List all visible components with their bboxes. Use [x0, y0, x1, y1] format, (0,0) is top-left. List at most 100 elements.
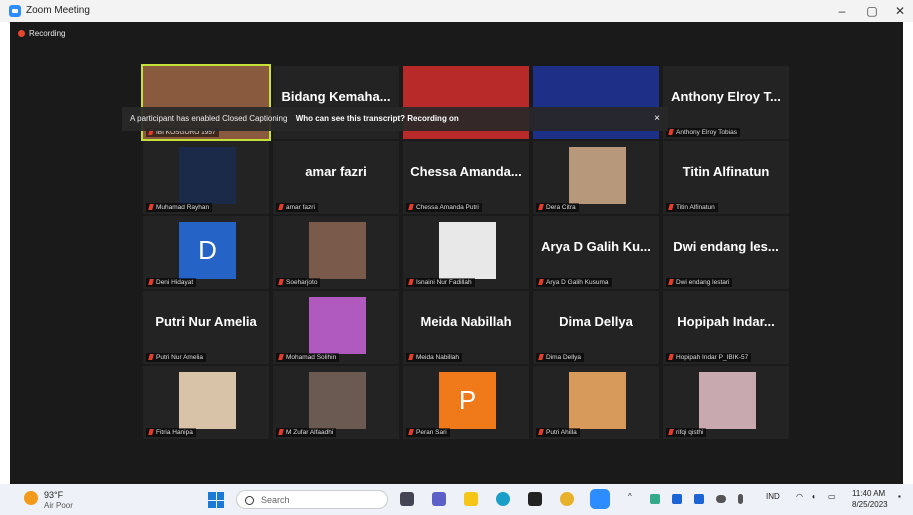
participant-tile[interactable]: M Zufar Alfaadhi	[273, 366, 399, 439]
participant-tile[interactable]: Putri Ahilla	[533, 366, 659, 439]
participant-tile[interactable]: Isnaini Nur Fadillah	[403, 216, 529, 289]
clock-date[interactable]: 8/25/2023	[852, 500, 888, 509]
tray-app-icon[interactable]	[650, 494, 660, 504]
participant-name: rifqi qisthi	[676, 429, 704, 436]
participant-tile[interactable]: Arya D Galih Ku... Arya D Galih Kusuma	[533, 216, 659, 289]
participant-name-label: rifqi qisthi	[666, 428, 707, 437]
participant-name: Muhamad Rayhan	[156, 204, 210, 211]
recording-indicator[interactable]: Recording	[18, 29, 65, 38]
participant-tile[interactable]: P Peran Sari	[403, 366, 529, 439]
taskbar-search[interactable]: Search	[236, 490, 388, 509]
muted-mic-icon	[278, 429, 284, 435]
weather-icon	[24, 491, 38, 505]
participant-name-label: Putri Nur Amelia	[146, 353, 206, 362]
participant-video	[569, 147, 626, 204]
chrome-icon[interactable]	[560, 492, 574, 506]
wifi-icon[interactable]: ◠	[796, 492, 803, 501]
participant-tile[interactable]: rifqi qisthi	[663, 366, 789, 439]
muted-mic-icon	[148, 429, 154, 435]
task-view-icon[interactable]	[400, 492, 414, 506]
participant-name: Meida Nabillah	[416, 354, 459, 361]
recording-label: Recording	[29, 29, 66, 38]
participant-tile[interactable]: Meida Nabillah Meida Nabillah	[403, 291, 529, 364]
minimize-button[interactable]: –	[828, 2, 856, 20]
muted-mic-icon	[668, 429, 674, 435]
participant-display-name: Chessa Amanda...	[410, 164, 522, 179]
mic-icon[interactable]	[738, 494, 743, 504]
language-indicator[interactable]: IND	[766, 492, 780, 501]
weather-desc[interactable]: Air Poor	[44, 501, 73, 510]
muted-mic-icon	[408, 354, 414, 360]
onedrive-icon[interactable]	[716, 495, 726, 503]
participant-name: Anthony Elroy Tobias	[676, 129, 737, 136]
participant-name: Mohamad Solihin	[286, 354, 337, 361]
participant-tile[interactable]: D Deni Hidayat	[143, 216, 269, 289]
muted-mic-icon	[148, 354, 154, 360]
participant-video	[309, 372, 366, 429]
participant-name-label: Chessa Amanda Putri	[406, 203, 482, 212]
transcript-info-link[interactable]: Who can see this transcript? Recording o…	[296, 114, 459, 123]
participant-name-label: Hopipah Indar P_IBIK-57	[666, 353, 752, 362]
tray-chevron-icon[interactable]: ^	[628, 492, 632, 501]
zoom-taskbar-icon[interactable]	[590, 489, 610, 509]
muted-mic-icon	[668, 129, 674, 135]
muted-mic-icon	[538, 279, 544, 285]
participant-name: Soeharjoto	[286, 279, 318, 286]
participant-name-label: Dima Dellya	[536, 353, 585, 362]
participant-video	[179, 372, 236, 429]
participant-tile[interactable]: Dima Dellya Dima Dellya	[533, 291, 659, 364]
banner-close-button[interactable]: ×	[654, 107, 660, 131]
participant-tile[interactable]: Dwi endang les... Dwi endang lestari	[663, 216, 789, 289]
muted-mic-icon	[278, 204, 284, 210]
record-icon	[18, 30, 25, 37]
participant-tile[interactable]: Putri Nur Amelia Putri Nur Amelia	[143, 291, 269, 364]
participant-tile[interactable]: Titin Alfinatun Titin Alfinatun	[663, 141, 789, 214]
tray-app2-icon[interactable]	[694, 494, 704, 504]
restore-button[interactable]: ▢	[858, 2, 886, 20]
clock-time[interactable]: 11:40 AM	[852, 489, 885, 498]
participant-name: Isnaini Nur Fadillah	[416, 279, 472, 286]
weather-temp[interactable]: 93°F	[44, 490, 63, 500]
muted-mic-icon	[278, 354, 284, 360]
participant-name-label: Dwi endang lestari	[666, 278, 733, 287]
muted-mic-icon	[148, 279, 154, 285]
participant-video	[179, 147, 236, 204]
chat-icon[interactable]	[432, 492, 446, 506]
participant-display-name: Arya D Galih Ku...	[541, 239, 651, 254]
start-button[interactable]	[208, 492, 224, 508]
participant-tile[interactable]: Muhamad Rayhan	[143, 141, 269, 214]
participant-tile[interactable]: amar fazri amar fazri	[273, 141, 399, 214]
participant-tile[interactable]: Mohamad Solihin	[273, 291, 399, 364]
participant-tile[interactable]: Hopipah Indar... Hopipah Indar P_IBIK-57	[663, 291, 789, 364]
notification-icon[interactable]: ▪	[898, 492, 901, 501]
participant-tile[interactable]: Anthony Elroy T... Anthony Elroy Tobias	[663, 66, 789, 139]
muted-mic-icon	[538, 354, 544, 360]
close-button[interactable]: ✕	[886, 2, 913, 20]
file-explorer-icon[interactable]	[464, 492, 478, 506]
participant-video	[699, 372, 756, 429]
participant-name: Dima Dellya	[546, 354, 582, 361]
participant-name-label: amar fazri	[276, 203, 318, 212]
participant-name-label: Muhamad Rayhan	[146, 203, 213, 212]
participant-name-label: Anthony Elroy Tobias	[666, 128, 740, 137]
participant-avatar: D	[179, 222, 236, 279]
window-title: Zoom Meeting	[26, 5, 90, 16]
participant-tile[interactable]: Fitria Hanipa	[143, 366, 269, 439]
store-icon[interactable]	[528, 492, 542, 506]
muted-mic-icon	[278, 279, 284, 285]
participant-name: Peran Sari	[416, 429, 447, 436]
participant-avatar: P	[439, 372, 496, 429]
participant-tile[interactable]: Dera Citra	[533, 141, 659, 214]
participant-tile[interactable]: Soeharjoto	[273, 216, 399, 289]
muted-mic-icon	[668, 279, 674, 285]
participant-tile[interactable]: Chessa Amanda... Chessa Amanda Putri	[403, 141, 529, 214]
participant-name: Putri Ahilla	[546, 429, 577, 436]
participant-display-name: Anthony Elroy T...	[671, 89, 781, 104]
edge-icon[interactable]	[496, 492, 510, 506]
bluetooth-icon[interactable]	[672, 494, 682, 504]
muted-mic-icon	[408, 279, 414, 285]
participant-name: M Zufar Alfaadhi	[286, 429, 334, 436]
battery-icon[interactable]: ▭	[828, 492, 836, 501]
caption-banner-text: A participant has enabled Closed Caption…	[130, 114, 288, 123]
volume-icon[interactable]: ◖	[811, 492, 816, 501]
